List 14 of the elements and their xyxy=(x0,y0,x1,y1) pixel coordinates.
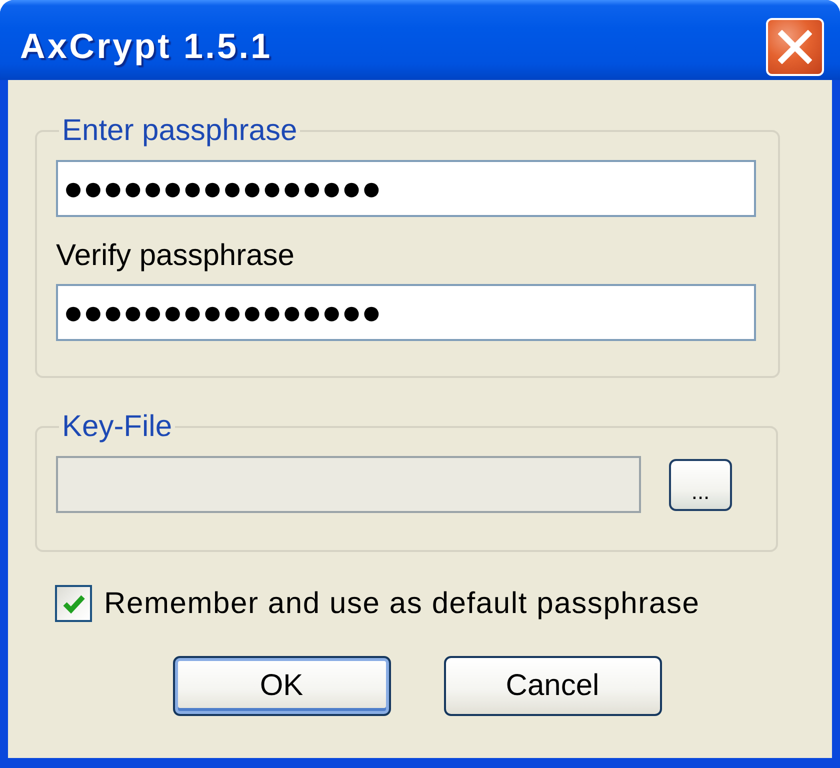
field-label: Verify passphrase xyxy=(56,239,296,273)
passphrase-field[interactable]: ●●●●●●●●●●●●●●●● xyxy=(56,284,756,341)
checkbox-label: Remember and use as default passphrase xyxy=(104,586,700,622)
close-button[interactable] xyxy=(766,18,824,76)
browse-button[interactable]: ... xyxy=(669,458,732,510)
close-icon xyxy=(778,30,812,64)
checkbox[interactable] xyxy=(55,585,92,622)
check-icon xyxy=(62,594,84,614)
window-title: AxCrypt 1.5.1 xyxy=(20,27,272,67)
passphrase-field[interactable]: ●●●●●●●●●●●●●●●● xyxy=(56,160,756,217)
dialog-button[interactable]: Cancel xyxy=(444,656,662,716)
group-label: Key-File xyxy=(61,410,174,444)
group-label: Enter passphrase xyxy=(61,114,298,148)
dialog-button[interactable]: OK xyxy=(172,656,390,716)
